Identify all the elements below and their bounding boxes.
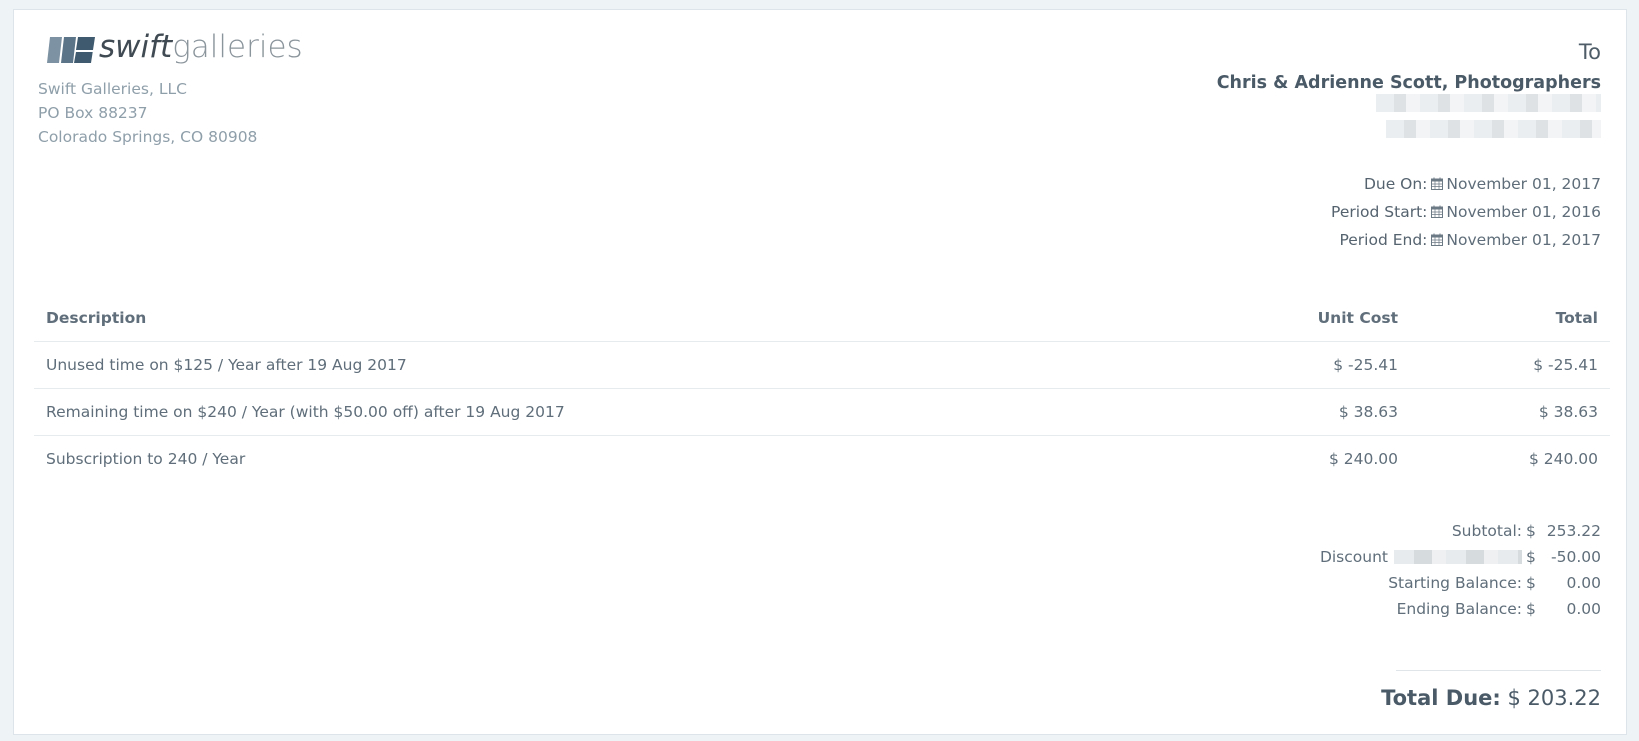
due-on-value: November 01, 2017 <box>1446 175 1601 193</box>
subtotal-row: Subtotal: $ 253.22 <box>1320 518 1601 544</box>
total-due-value: $ 203.22 <box>1507 686 1601 710</box>
invoice-card: swiftgalleries Swift Galleries, LLC PO B… <box>13 9 1627 735</box>
total-due-label: Total Due: <box>1381 686 1501 710</box>
row-total: $ 38.63 <box>1410 388 1610 436</box>
period-end-value: November 01, 2017 <box>1446 231 1601 249</box>
ending-balance-label: Ending Balance: <box>1396 600 1522 618</box>
ending-balance-row: Ending Balance: $ 0.00 <box>1320 596 1601 622</box>
totals-summary: Subtotal: $ 253.22 Discount $ -50.00 Sta… <box>1320 518 1601 622</box>
discount-label-cell: Discount <box>1320 544 1526 570</box>
header-description: Description <box>34 295 1136 342</box>
ending-balance-currency: $ <box>1526 600 1536 618</box>
row-unit-cost: $ 240.00 <box>1328 450 1398 468</box>
redacted-address-line-2 <box>1386 120 1601 138</box>
row-description: Subscription to 240 / Year <box>46 450 246 468</box>
redacted-address-line-1 <box>1376 94 1601 112</box>
table-row: Remaining time on $240 / Year (with $50.… <box>34 388 1610 436</box>
logo-mark-icon <box>47 37 95 63</box>
logo-word-galleries: galleries <box>172 29 303 65</box>
due-on-label: Due On: <box>1363 175 1428 193</box>
period-start-value: November 01, 2016 <box>1446 203 1601 221</box>
starting-balance-value: 0.00 <box>1566 574 1601 592</box>
client-name: Chris & Adrienne Scott, Photographers <box>1216 73 1601 93</box>
subtotal-label: Subtotal: <box>1451 522 1522 540</box>
header-unit-cost: Unit Cost <box>1136 295 1410 342</box>
discount-label: Discount <box>1319 548 1388 566</box>
swift-galleries-logo: swiftgalleries <box>46 30 303 64</box>
address-line-1: PO Box 88237 <box>38 104 148 122</box>
redacted-discount-code <box>1394 550 1522 564</box>
discount-currency: $ <box>1526 548 1536 566</box>
due-on-row: Due On: November 01, 2017 <box>1331 170 1601 198</box>
recipient-block: To Chris & Adrienne Scott, Photographers <box>1217 38 1601 97</box>
starting-balance-row: Starting Balance: $ 0.00 <box>1320 570 1601 596</box>
totals-divider <box>1396 670 1601 671</box>
period-start-row: Period Start: November 01, 2016 <box>1331 198 1601 226</box>
table-header-row: Description Unit Cost Total <box>34 295 1610 342</box>
total-due: Total Due: $ 203.22 <box>1381 686 1601 710</box>
invoice-dates: Due On: November 01, 2017 Period Start: No… <box>1331 170 1601 254</box>
header-total: Total <box>1410 295 1610 342</box>
address-line-2: Colorado Springs, CO 80908 <box>38 128 258 146</box>
row-description: Unused time on $125 / Year after 19 Aug … <box>34 341 1136 389</box>
company-name: Swift Galleries, LLC <box>38 80 187 98</box>
row-unit-cost: $ -25.41 <box>1136 341 1410 389</box>
calendar-icon <box>1431 233 1444 246</box>
starting-balance-currency: $ <box>1526 574 1536 592</box>
company-address: Swift Galleries, LLC PO Box 88237 Colora… <box>38 77 257 149</box>
to-label: To <box>1578 40 1601 64</box>
subtotal-value: 253.22 <box>1546 522 1601 540</box>
discount-row: Discount $ -50.00 <box>1320 544 1601 570</box>
calendar-icon <box>1431 177 1444 190</box>
table-row: Unused time on $125 / Year after 19 Aug … <box>34 341 1610 389</box>
period-start-label: Period Start: <box>1331 203 1428 221</box>
row-unit-cost: $ 38.63 <box>1136 388 1410 436</box>
row-total: $ -25.41 <box>1410 341 1610 389</box>
line-items-table: Description Unit Cost Total Unused time … <box>34 295 1610 482</box>
calendar-icon <box>1431 205 1444 218</box>
discount-value: -50.00 <box>1551 548 1601 566</box>
subtotal-currency: $ <box>1526 522 1536 540</box>
starting-balance-label: Starting Balance: <box>1388 574 1522 592</box>
logo-word-swift: swift <box>99 29 173 65</box>
row-total: $ 240.00 <box>1528 450 1598 468</box>
table-row: Subscription to 240 / Year $ 240.00 $ 24… <box>34 436 1610 483</box>
logo-wordmark: swiftgalleries <box>99 30 303 64</box>
ending-balance-value: 0.00 <box>1566 600 1601 618</box>
period-end-row: Period End: November 01, 2017 <box>1331 226 1601 254</box>
row-description: Remaining time on $240 / Year (with $50.… <box>34 388 1136 436</box>
period-end-label: Period End: <box>1339 231 1428 249</box>
